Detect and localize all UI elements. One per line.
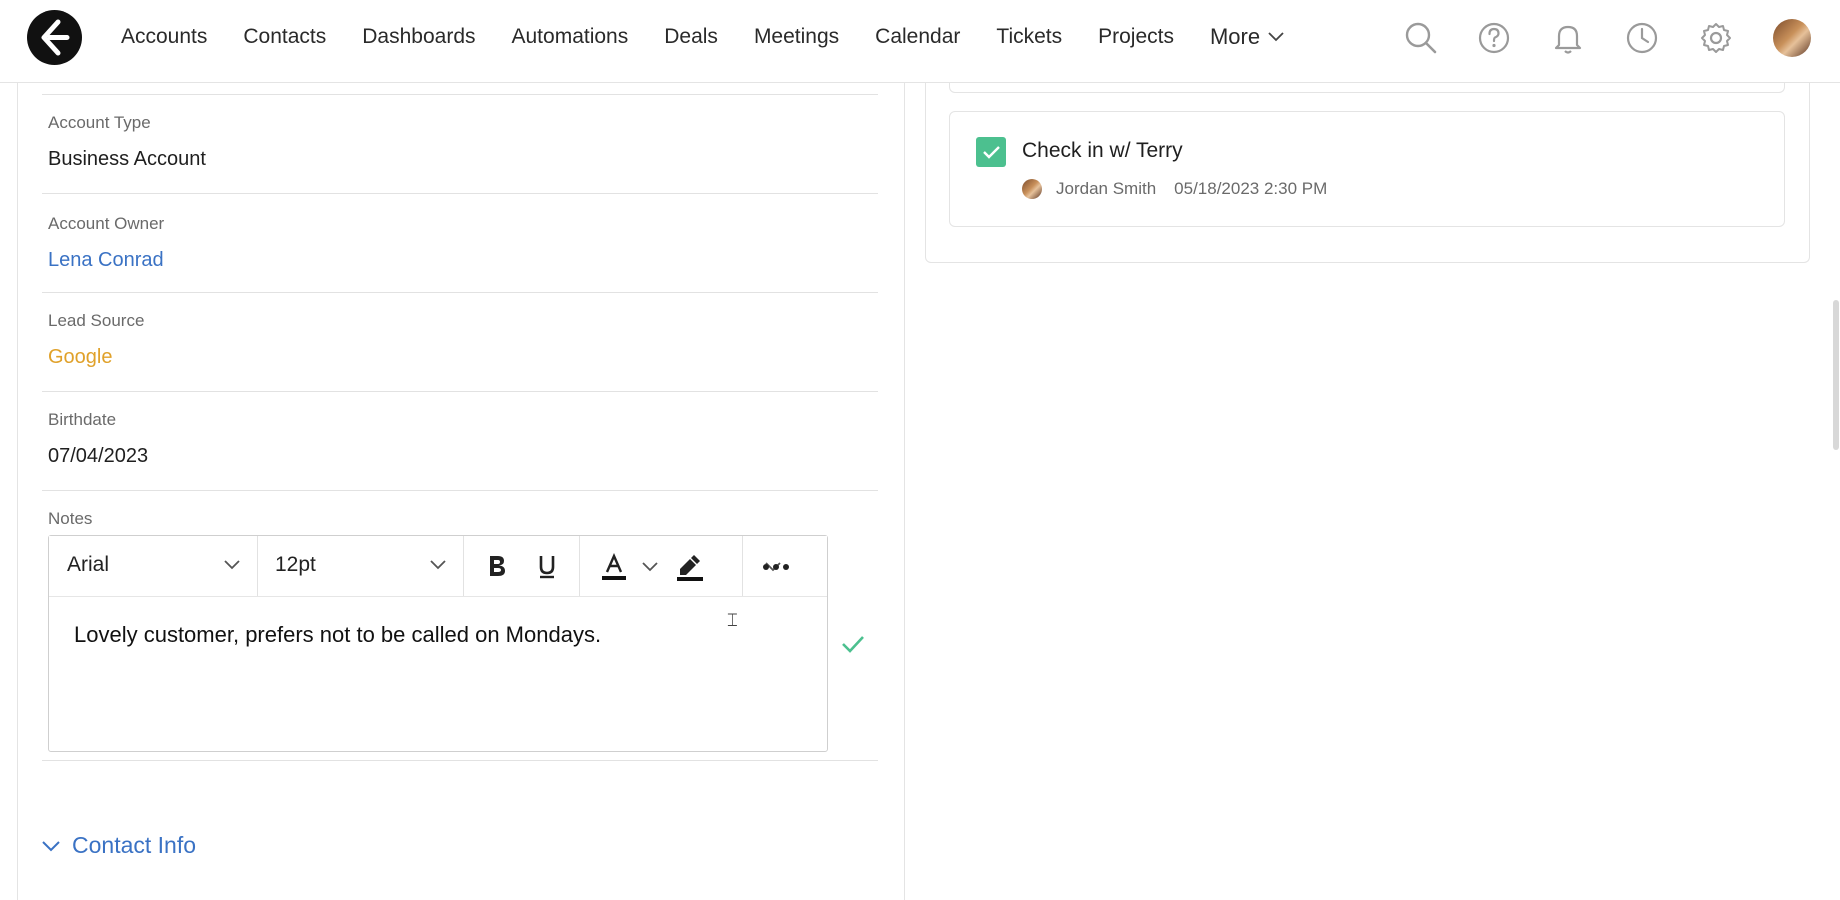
more-options-icon[interactable] bbox=[761, 562, 791, 572]
notes-label: Notes bbox=[48, 509, 93, 528]
account-owner-link[interactable]: Lena Conrad bbox=[48, 249, 878, 272]
check-icon bbox=[983, 146, 1000, 159]
clock-icon[interactable] bbox=[1622, 18, 1662, 58]
nav-tickets[interactable]: Tickets bbox=[996, 24, 1062, 50]
notes-editor-content[interactable]: Lovely customer, prefers not to be calle… bbox=[74, 622, 601, 648]
font-family-select[interactable]: Arial bbox=[49, 536, 258, 596]
lead-source-field: Lead Source Google bbox=[48, 311, 878, 369]
font-size-value: 12pt bbox=[275, 553, 316, 576]
gear-icon[interactable] bbox=[1696, 18, 1736, 58]
editor-toolbar: Arial 12pt bbox=[49, 536, 827, 597]
nav-projects[interactable]: Projects bbox=[1098, 24, 1174, 50]
divider bbox=[42, 94, 878, 95]
chevron-down-icon bbox=[1268, 32, 1284, 42]
nav-meetings[interactable]: Meetings bbox=[754, 24, 839, 50]
text-color-icon[interactable] bbox=[599, 552, 629, 582]
previous-task-card bbox=[949, 82, 1785, 93]
divider bbox=[42, 391, 878, 392]
app-logo[interactable] bbox=[27, 10, 82, 65]
nav-deals[interactable]: Deals bbox=[664, 24, 718, 50]
owner-avatar bbox=[1022, 179, 1042, 199]
toolbar-divider bbox=[579, 536, 580, 596]
task-completed-checkbox[interactable] bbox=[976, 137, 1006, 167]
chevron-down-icon bbox=[430, 560, 446, 570]
divider bbox=[42, 490, 878, 491]
bell-icon[interactable] bbox=[1548, 18, 1588, 58]
chevron-down-icon bbox=[42, 840, 60, 851]
birthdate-label: Birthdate bbox=[48, 410, 117, 429]
highlight-color-icon[interactable] bbox=[674, 550, 706, 582]
account-owner-label: Account Owner bbox=[48, 214, 165, 233]
birthdate-value[interactable]: 07/04/2023 bbox=[48, 445, 878, 468]
page-scrollbar[interactable] bbox=[1833, 300, 1839, 450]
task-card[interactable]: Check in w/ Terry Jordan Smith 05/18/202… bbox=[949, 111, 1785, 227]
divider bbox=[42, 193, 878, 194]
lead-source-value[interactable]: Google bbox=[48, 346, 878, 369]
font-size-select[interactable]: 12pt bbox=[257, 536, 464, 596]
nav-automations[interactable]: Automations bbox=[512, 24, 629, 50]
font-family-value: Arial bbox=[67, 553, 110, 576]
nav-calendar[interactable]: Calendar bbox=[875, 24, 960, 50]
nav-more-label: More bbox=[1209, 24, 1261, 49]
account-details-pane bbox=[17, 82, 905, 900]
nav-links: Accounts Contacts Dashboards Automations… bbox=[121, 24, 1284, 50]
nav-dashboards[interactable]: Dashboards bbox=[362, 24, 475, 50]
nav-contacts[interactable]: Contacts bbox=[243, 24, 326, 50]
divider bbox=[42, 760, 878, 761]
toolbar-divider bbox=[742, 536, 743, 596]
nav-accounts[interactable]: Accounts bbox=[121, 24, 207, 50]
account-type-value[interactable]: Business Account bbox=[48, 148, 878, 171]
divider bbox=[42, 292, 878, 293]
text-cursor-icon: ⌶ bbox=[727, 610, 738, 630]
birthdate-field: Birthdate 07/04/2023 bbox=[48, 410, 878, 468]
notes-editor: Arial 12pt Lovely customer, prefers not … bbox=[48, 535, 828, 752]
notes-field: Notes bbox=[48, 509, 878, 529]
account-type-field: Account Type Business Account bbox=[48, 113, 878, 171]
user-avatar[interactable] bbox=[1773, 19, 1811, 57]
help-icon[interactable] bbox=[1474, 18, 1514, 58]
contact-info-section-toggle[interactable]: Contact Info bbox=[42, 832, 196, 859]
chevron-down-icon[interactable] bbox=[642, 562, 658, 572]
task-title[interactable]: Check in w/ Terry bbox=[1022, 139, 1183, 163]
save-check-icon[interactable] bbox=[840, 633, 866, 655]
lead-source-label: Lead Source bbox=[48, 311, 145, 330]
contact-info-title: Contact Info bbox=[72, 832, 197, 858]
chevron-down-icon bbox=[224, 560, 240, 570]
account-type-label: Account Type bbox=[48, 113, 151, 132]
nav-more[interactable]: More bbox=[1210, 24, 1284, 50]
account-owner-field: Account Owner Lena Conrad bbox=[48, 214, 878, 272]
task-meta: Jordan Smith 05/18/2023 2:30 PM bbox=[1022, 179, 1327, 199]
top-navigation: Accounts Contacts Dashboards Automations… bbox=[0, 0, 1840, 83]
bold-icon[interactable] bbox=[485, 552, 509, 580]
search-icon[interactable] bbox=[1401, 18, 1441, 58]
task-owner: Jordan Smith bbox=[1056, 179, 1157, 198]
underline-icon[interactable] bbox=[535, 552, 559, 580]
task-datetime: 05/18/2023 2:30 PM bbox=[1174, 179, 1328, 198]
